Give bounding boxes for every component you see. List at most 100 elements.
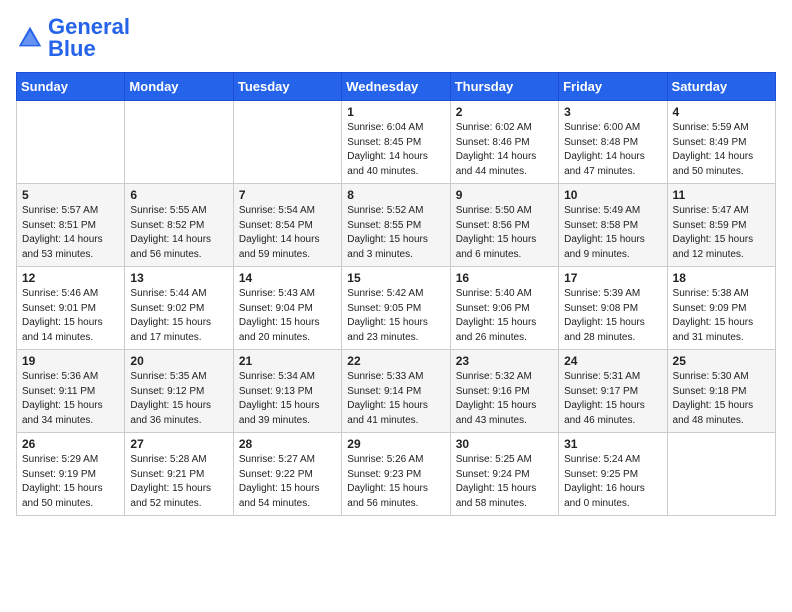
- week-row-2: 5Sunrise: 5:57 AMSunset: 8:51 PMDaylight…: [17, 184, 776, 267]
- day-info: Sunrise: 5:30 AMSunset: 9:18 PMDaylight:…: [673, 370, 770, 428]
- day-number: 3: [564, 105, 661, 119]
- day-cell: 21Sunrise: 5:34 AMSunset: 9:13 PMDayligh…: [233, 350, 341, 433]
- day-number: 12: [22, 271, 119, 285]
- day-cell: 3 Sunrise: 6:00 AMSunset: 8:48 PMDaylight…: [559, 101, 667, 184]
- day-number: 25: [673, 354, 770, 368]
- day-info: Sunrise: 5:38 AMSunset: 9:09 PMDaylight:…: [673, 287, 770, 345]
- day-cell: 20Sunrise: 5:35 AMSunset: 9:12 PMDayligh…: [125, 350, 233, 433]
- day-header-friday: Friday: [559, 73, 667, 101]
- day-cell: 12 Sunrise: 5:46 AMSunset: 9:01 PMDayligh…: [17, 267, 125, 350]
- day-number: 7: [239, 188, 336, 202]
- day-cell: 11 Sunrise: 5:47 AMSunset: 8:59 PMDayligh…: [667, 184, 775, 267]
- day-cell: 15Sunrise: 5:42 AMSunset: 9:05 PMDayligh…: [342, 267, 450, 350]
- day-cell: 1 Sunrise: 6:04 AMSunset: 8:45 PMDaylight…: [342, 101, 450, 184]
- day-number: 15: [347, 271, 444, 285]
- day-cell: 19 Sunrise: 5:36 AMSunset: 9:11 PMDayligh…: [17, 350, 125, 433]
- day-info: Sunrise: 5:28 AMSunset: 9:21 PMDaylight:…: [130, 453, 227, 511]
- day-cell: 23 Sunrise: 5:32 AMSunset: 9:16 PMDayligh…: [450, 350, 558, 433]
- day-info: Sunrise: 5:59 AMSunset: 8:49 PMDaylight:…: [673, 121, 770, 179]
- day-cell: 2 Sunrise: 6:02 AMSunset: 8:46 PMDaylight…: [450, 101, 558, 184]
- day-cell: 8Sunrise: 5:52 AMSunset: 8:55 PMDaylight…: [342, 184, 450, 267]
- day-number: 6: [130, 188, 227, 202]
- logo-text: GeneralBlue: [48, 16, 130, 60]
- day-number: 22: [347, 354, 444, 368]
- day-cell: 22 Sunrise: 5:33 AMSunset: 9:14 PMDayligh…: [342, 350, 450, 433]
- day-cell: 4 Sunrise: 5:59 AMSunset: 8:49 PMDaylight…: [667, 101, 775, 184]
- logo: GeneralBlue: [16, 16, 130, 60]
- day-info: Sunrise: 5:32 AMSunset: 9:16 PMDaylight:…: [456, 370, 553, 428]
- day-number: 31: [564, 437, 661, 451]
- calendar-table: SundayMondayTuesdayWednesdayThursdayFrid…: [16, 72, 776, 516]
- logo-icon: [16, 24, 44, 52]
- day-header-monday: Monday: [125, 73, 233, 101]
- day-info: Sunrise: 5:50 AMSunset: 8:56 PMDaylight:…: [456, 204, 553, 262]
- day-number: 10: [564, 188, 661, 202]
- day-cell: 6Sunrise: 5:55 AMSunset: 8:52 PMDaylight…: [125, 184, 233, 267]
- day-number: 29: [347, 437, 444, 451]
- day-header-sunday: Sunday: [17, 73, 125, 101]
- day-number: 19: [22, 354, 119, 368]
- day-cell: [667, 433, 775, 516]
- day-info: Sunrise: 5:47 AMSunset: 8:59 PMDaylight:…: [673, 204, 770, 262]
- day-info: Sunrise: 5:43 AMSunset: 9:04 PMDaylight:…: [239, 287, 336, 345]
- day-cell: 26 Sunrise: 5:29 AMSunset: 9:19 PMDayligh…: [17, 433, 125, 516]
- day-info: Sunrise: 5:33 AMSunset: 9:14 PMDaylight:…: [347, 370, 444, 428]
- day-number: 16: [456, 271, 553, 285]
- day-cell: 25 Sunrise: 5:30 AMSunset: 9:18 PMDayligh…: [667, 350, 775, 433]
- day-info: Sunrise: 6:02 AMSunset: 8:46 PMDaylight:…: [456, 121, 553, 179]
- day-number: 26: [22, 437, 119, 451]
- day-header-thursday: Thursday: [450, 73, 558, 101]
- day-number: 4: [673, 105, 770, 119]
- day-header-wednesday: Wednesday: [342, 73, 450, 101]
- day-number: 11: [673, 188, 770, 202]
- day-cell: 17 Sunrise: 5:39 AMSunset: 9:08 PMDayligh…: [559, 267, 667, 350]
- day-cell: 29 Sunrise: 5:26 AMSunset: 9:23 PMDayligh…: [342, 433, 450, 516]
- day-header-saturday: Saturday: [667, 73, 775, 101]
- day-number: 13: [130, 271, 227, 285]
- day-info: Sunrise: 6:04 AMSunset: 8:45 PMDaylight:…: [347, 121, 444, 179]
- day-header-tuesday: Tuesday: [233, 73, 341, 101]
- week-row-4: 19 Sunrise: 5:36 AMSunset: 9:11 PMDayligh…: [17, 350, 776, 433]
- day-number: 1: [347, 105, 444, 119]
- day-number: 17: [564, 271, 661, 285]
- day-cell: 13Sunrise: 5:44 AMSunset: 9:02 PMDayligh…: [125, 267, 233, 350]
- day-number: 30: [456, 437, 553, 451]
- week-row-1: 1 Sunrise: 6:04 AMSunset: 8:45 PMDaylight…: [17, 101, 776, 184]
- day-info: Sunrise: 5:54 AMSunset: 8:54 PMDaylight:…: [239, 204, 336, 262]
- page-header: GeneralBlue: [16, 16, 776, 60]
- day-cell: [125, 101, 233, 184]
- day-info: Sunrise: 5:27 AMSunset: 9:22 PMDaylight:…: [239, 453, 336, 511]
- day-number: 5: [22, 188, 119, 202]
- day-info: Sunrise: 5:36 AMSunset: 9:11 PMDaylight:…: [22, 370, 119, 428]
- day-cell: 24Sunrise: 5:31 AMSunset: 9:17 PMDayligh…: [559, 350, 667, 433]
- day-number: 21: [239, 354, 336, 368]
- day-info: Sunrise: 5:29 AMSunset: 9:19 PMDaylight:…: [22, 453, 119, 511]
- day-info: Sunrise: 5:25 AMSunset: 9:24 PMDaylight:…: [456, 453, 553, 511]
- day-info: Sunrise: 5:24 AMSunset: 9:25 PMDaylight:…: [564, 453, 661, 511]
- day-info: Sunrise: 5:46 AMSunset: 9:01 PMDaylight:…: [22, 287, 119, 345]
- week-row-5: 26 Sunrise: 5:29 AMSunset: 9:19 PMDayligh…: [17, 433, 776, 516]
- day-cell: 28 Sunrise: 5:27 AMSunset: 9:22 PMDayligh…: [233, 433, 341, 516]
- week-row-3: 12 Sunrise: 5:46 AMSunset: 9:01 PMDayligh…: [17, 267, 776, 350]
- day-cell: [17, 101, 125, 184]
- day-cell: 16Sunrise: 5:40 AMSunset: 9:06 PMDayligh…: [450, 267, 558, 350]
- day-cell: 10Sunrise: 5:49 AMSunset: 8:58 PMDayligh…: [559, 184, 667, 267]
- day-cell: 9 Sunrise: 5:50 AMSunset: 8:56 PMDaylight…: [450, 184, 558, 267]
- day-cell: 5Sunrise: 5:57 AMSunset: 8:51 PMDaylight…: [17, 184, 125, 267]
- day-cell: 18 Sunrise: 5:38 AMSunset: 9:09 PMDayligh…: [667, 267, 775, 350]
- day-number: 28: [239, 437, 336, 451]
- day-number: 18: [673, 271, 770, 285]
- day-number: 9: [456, 188, 553, 202]
- day-cell: 14 Sunrise: 5:43 AMSunset: 9:04 PMDayligh…: [233, 267, 341, 350]
- day-info: Sunrise: 5:39 AMSunset: 9:08 PMDaylight:…: [564, 287, 661, 345]
- day-number: 14: [239, 271, 336, 285]
- day-cell: [233, 101, 341, 184]
- day-number: 27: [130, 437, 227, 451]
- day-number: 23: [456, 354, 553, 368]
- day-number: 2: [456, 105, 553, 119]
- day-info: Sunrise: 5:26 AMSunset: 9:23 PMDaylight:…: [347, 453, 444, 511]
- day-cell: 7 Sunrise: 5:54 AMSunset: 8:54 PMDaylight…: [233, 184, 341, 267]
- day-info: Sunrise: 6:00 AMSunset: 8:48 PMDaylight:…: [564, 121, 661, 179]
- day-cell: 31 Sunrise: 5:24 AMSunset: 9:25 PMDayligh…: [559, 433, 667, 516]
- days-header-row: SundayMondayTuesdayWednesdayThursdayFrid…: [17, 73, 776, 101]
